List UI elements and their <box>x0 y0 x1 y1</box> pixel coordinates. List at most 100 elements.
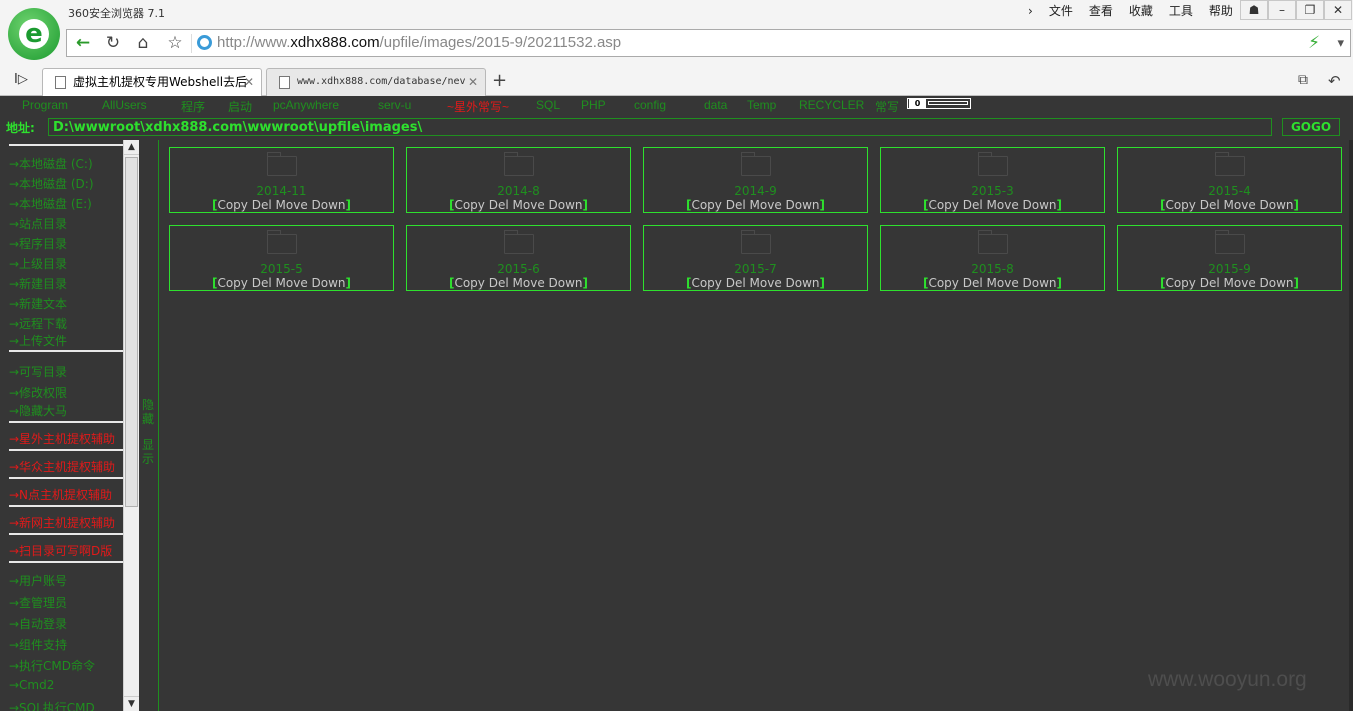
topnav-link[interactable]: PHP <box>581 98 606 112</box>
sidebar-link[interactable]: →N点主机提权辅助 <box>9 486 112 503</box>
folder-card[interactable]: 2015-7 [Copy Del Move Down] <box>643 225 868 291</box>
topnav-link[interactable]: SQL <box>536 98 560 112</box>
folder-card[interactable]: 2015-9 [Copy Del Move Down] <box>1117 225 1342 291</box>
sidebar-link[interactable]: →自动登录 <box>9 615 67 632</box>
go-button[interactable]: GOGO <box>1282 118 1340 136</box>
folder-name[interactable]: 2015-6 <box>407 262 630 276</box>
scroll-thumb[interactable] <box>125 157 138 507</box>
sidebar-link[interactable]: →程序目录 <box>9 235 67 252</box>
maximize-button[interactable]: ❐ <box>1296 0 1324 20</box>
folder-action-del[interactable]: Del <box>1200 276 1220 290</box>
menu-view[interactable]: 查看 <box>1081 2 1121 20</box>
folder-action-del[interactable]: Del <box>252 198 272 212</box>
sidebar-link[interactable]: →新网主机提权辅助 <box>9 514 115 531</box>
sidebar-link[interactable]: →本地磁盘 (E:) <box>9 195 92 212</box>
folder-name[interactable]: 2015-7 <box>644 262 867 276</box>
folder-action-copy[interactable]: Copy <box>217 276 247 290</box>
url-field[interactable]: http://www.xdhx888.com/upfile/images/201… <box>217 34 621 51</box>
sidebar-link[interactable]: →用户账号 <box>9 572 67 589</box>
folder-name[interactable]: 2015-9 <box>1118 262 1341 276</box>
sidebar-link[interactable]: →新建文本 <box>9 295 67 312</box>
folder-action-del[interactable]: Del <box>963 276 983 290</box>
folder-action-move[interactable]: Move <box>1224 276 1256 290</box>
chevron-down-icon[interactable]: ▾ <box>1337 33 1344 55</box>
topnav-link[interactable]: Program <box>22 98 68 112</box>
sidebar-toggle-icon[interactable]: I▷ <box>14 72 28 87</box>
sidebar-link[interactable]: →组件支持 <box>9 636 67 653</box>
menu-file[interactable]: 文件 <box>1041 2 1081 20</box>
skin-icon[interactable]: ☗ <box>1240 0 1268 20</box>
folder-action-down[interactable]: Down <box>549 198 583 212</box>
sidebar-link[interactable]: →本地磁盘 (D:) <box>9 175 94 192</box>
topnav-link[interactable]: 启动 <box>228 98 252 115</box>
folder-action-down[interactable]: Down <box>312 276 346 290</box>
sidebar-link[interactable]: →修改权限 <box>9 384 67 401</box>
folder-action-move[interactable]: Move <box>276 276 308 290</box>
folder-action-move[interactable]: Move <box>750 276 782 290</box>
folder-icon[interactable] <box>741 230 771 254</box>
folder-action-del[interactable]: Del <box>489 276 509 290</box>
topnav-link[interactable]: data <box>704 98 727 112</box>
folder-icon[interactable] <box>741 152 771 176</box>
folder-icon[interactable] <box>978 230 1008 254</box>
sidebar-link[interactable]: →执行CMD命令 <box>9 657 95 674</box>
folder-card[interactable]: 2015-8 [Copy Del Move Down] <box>880 225 1105 291</box>
folder-name[interactable]: 2015-3 <box>881 184 1104 198</box>
folder-name[interactable]: 2014-8 <box>407 184 630 198</box>
folder-action-copy[interactable]: Copy <box>691 276 721 290</box>
sidebar-link[interactable]: →扫目录可写啊D版 <box>9 542 112 559</box>
folder-icon[interactable] <box>1215 230 1245 254</box>
topnav-link[interactable]: 程序 <box>181 98 205 115</box>
folder-name[interactable]: 2014-11 <box>170 184 393 198</box>
sidebar-link[interactable]: →Cmd2 <box>9 678 54 692</box>
sidebar-link[interactable]: →站点目录 <box>9 215 67 232</box>
folder-action-move[interactable]: Move <box>750 198 782 212</box>
scroll-down-icon[interactable]: ▼ <box>124 696 139 711</box>
folder-action-move[interactable]: Move <box>987 276 1019 290</box>
folder-action-down[interactable]: Down <box>786 198 820 212</box>
minimize-button[interactable]: – <box>1268 0 1296 20</box>
hide-sidebar-link[interactable]: 隐藏 <box>142 398 156 426</box>
folder-action-copy[interactable]: Copy <box>454 198 484 212</box>
folder-name[interactable]: 2015-5 <box>170 262 393 276</box>
tab-database[interactable]: www.xdhx888.com/database/nev ✕ <box>266 68 486 96</box>
folder-action-down[interactable]: Down <box>1023 276 1057 290</box>
speed-mode-icon[interactable]: ⚡ <box>1308 32 1320 54</box>
sidebar-link[interactable]: →新建目录 <box>9 275 67 292</box>
tab-list-icon[interactable]: ⧉ <box>1298 72 1308 88</box>
sidebar-link[interactable]: →上级目录 <box>9 255 67 272</box>
folder-action-move[interactable]: Move <box>987 198 1019 212</box>
folder-action-move[interactable]: Move <box>1224 198 1256 212</box>
folder-card[interactable]: 2015-5 [Copy Del Move Down] <box>169 225 394 291</box>
folder-action-copy[interactable]: Copy <box>928 276 958 290</box>
folder-action-del[interactable]: Del <box>489 198 509 212</box>
menu-favorites[interactable]: 收藏 <box>1121 2 1161 20</box>
folder-card[interactable]: 2015-4 [Copy Del Move Down] <box>1117 147 1342 213</box>
topnav-link[interactable]: config <box>634 98 666 112</box>
topnav-link[interactable]: RECYCLER <box>799 98 864 112</box>
topnav-link[interactable]: AllUsers <box>102 98 147 112</box>
folder-action-del[interactable]: Del <box>726 276 746 290</box>
close-icon[interactable]: ✕ <box>244 69 254 95</box>
folder-card[interactable]: 2014-11 [Copy Del Move Down] <box>169 147 394 213</box>
topnav-link[interactable]: pcAnywhere <box>273 98 339 112</box>
folder-action-copy[interactable]: Copy <box>928 198 958 212</box>
folder-action-down[interactable]: Down <box>1260 276 1294 290</box>
folder-action-move[interactable]: Move <box>276 198 308 212</box>
folder-action-down[interactable]: Down <box>312 198 346 212</box>
folder-action-down[interactable]: Down <box>1023 198 1057 212</box>
folder-action-del[interactable]: Del <box>726 198 746 212</box>
folder-action-down[interactable]: Down <box>1260 198 1294 212</box>
undo-close-icon[interactable]: ↶ <box>1328 72 1341 90</box>
sidebar-link[interactable]: →远程下载 <box>9 315 67 332</box>
menu-chevron-icon[interactable]: › <box>1020 2 1041 20</box>
folder-icon[interactable] <box>267 152 297 176</box>
topnav-link[interactable]: 常写 <box>875 98 899 115</box>
sidebar-link[interactable]: →上传文件 <box>9 332 67 349</box>
folder-icon[interactable] <box>504 152 534 176</box>
close-icon[interactable]: ✕ <box>468 69 478 95</box>
folder-action-copy[interactable]: Copy <box>217 198 247 212</box>
folder-name[interactable]: 2015-4 <box>1118 184 1341 198</box>
folder-action-copy[interactable]: Copy <box>1165 198 1195 212</box>
folder-action-del[interactable]: Del <box>252 276 272 290</box>
